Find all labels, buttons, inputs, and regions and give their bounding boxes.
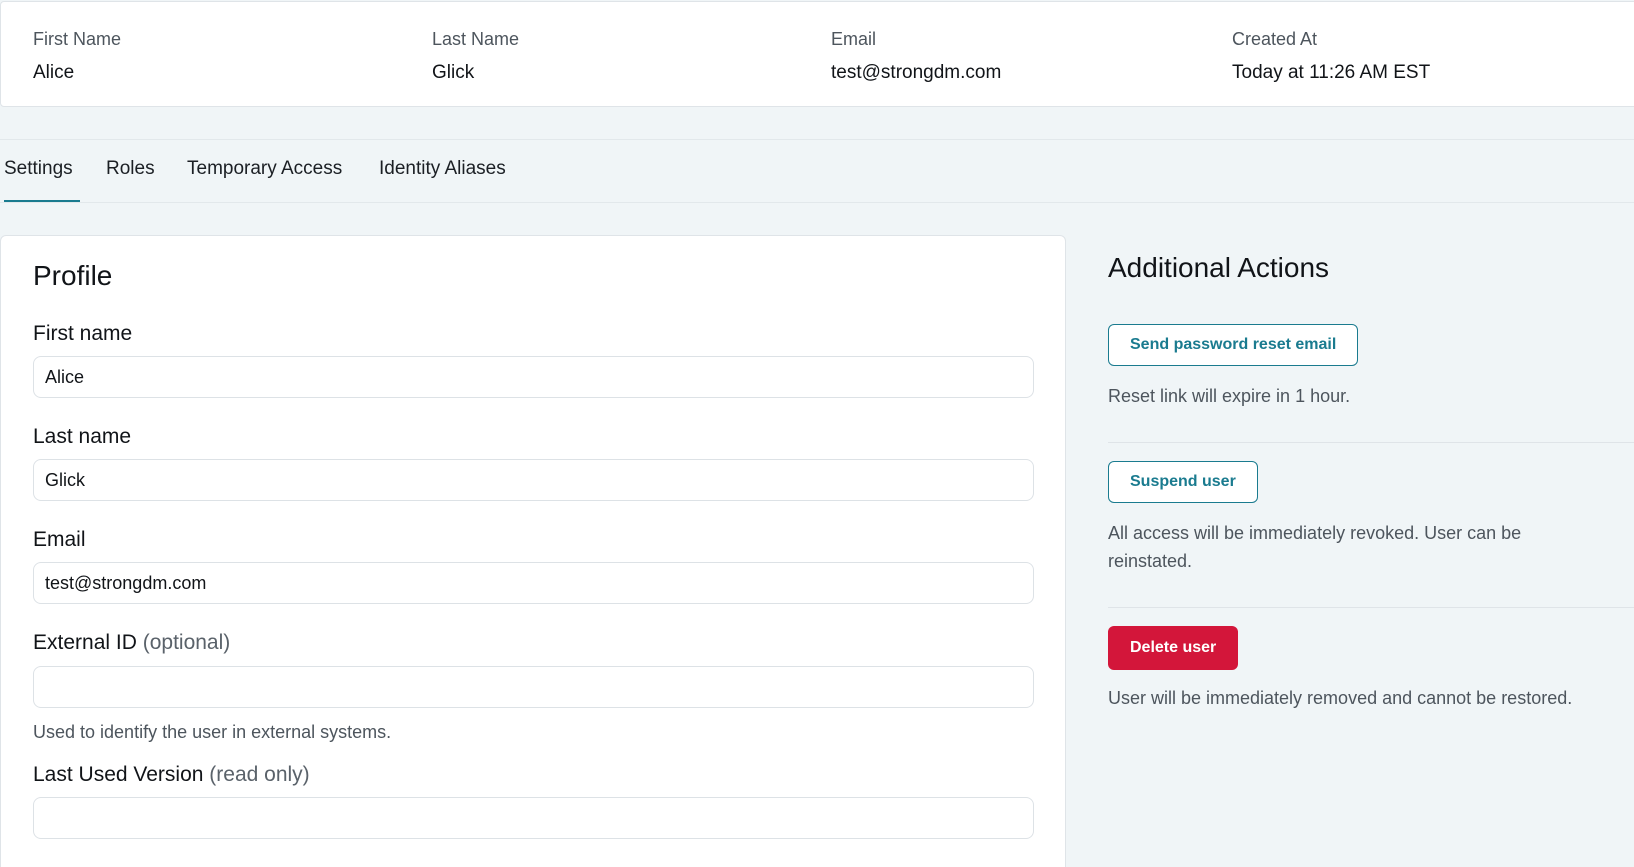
- summary-last-name-label: Last Name: [432, 29, 520, 49]
- email-field[interactable]: [33, 562, 1034, 604]
- delete-user-button[interactable]: Delete user: [1108, 626, 1239, 670]
- summary-last-name: Last Name Glick: [432, 26, 519, 86]
- tab-roles[interactable]: Roles: [106, 140, 155, 202]
- first-name-label: First name: [33, 322, 132, 346]
- summary-email-value: test@strongdm.com: [831, 62, 1002, 83]
- external-id-optional-hint: (optional): [142, 631, 231, 654]
- summary-last-name-value: Glick: [432, 62, 475, 83]
- user-summary-card: First Name Alice Last Name Glick Email t…: [0, 1, 1634, 107]
- tab-identity-aliases-label: Identity Aliases: [379, 158, 506, 179]
- last-name-label: Last name: [33, 425, 131, 449]
- tab-temporary-access-label: Temporary Access: [187, 158, 343, 179]
- user-tabs: Settings Roles Temporary Access Identity…: [0, 140, 1634, 202]
- last-used-version-field: [33, 797, 1034, 839]
- delete-user-description: User will be immediately removed and can…: [1108, 688, 1573, 708]
- external-id-label-text: External ID: [33, 631, 137, 654]
- tab-settings[interactable]: Settings: [4, 140, 80, 202]
- tab-settings-label: Settings: [4, 158, 73, 179]
- last-name-field[interactable]: [33, 459, 1034, 501]
- first-name-field[interactable]: [33, 356, 1034, 398]
- summary-email: Email test@strongdm.com: [831, 26, 1001, 86]
- tab-identity-aliases[interactable]: Identity Aliases: [379, 140, 506, 202]
- last-name-label-text: Last name: [33, 425, 132, 448]
- actions-divider-2: [1108, 607, 1634, 608]
- suspend-user-description: All access will be immediately revoked. …: [1108, 523, 1522, 571]
- suspend-user-button[interactable]: Suspend user: [1108, 461, 1258, 503]
- summary-first-name-value: Alice: [33, 62, 75, 83]
- summary-created-at: Created At Today at 11:26 AM EST: [1232, 26, 1430, 86]
- user-detail-page: First Name Alice Last Name Glick Email t…: [0, 0, 1634, 867]
- tabs-bottom-divider: [0, 202, 1634, 203]
- profile-title: Profile: [33, 260, 113, 291]
- profile-card: Profile First name Last name Email Exter…: [0, 235, 1066, 867]
- last-used-version-label: Last Used Version (read only): [33, 763, 310, 787]
- tab-temporary-access[interactable]: Temporary Access: [187, 140, 342, 202]
- last-used-version-readonly-hint: (read only): [209, 763, 310, 786]
- password-reset-description: Reset link will expire in 1 hour.: [1108, 386, 1351, 406]
- email-label-text: Email: [33, 528, 86, 551]
- external-id-help: Used to identify the user in external sy…: [33, 722, 392, 742]
- actions-divider-1: [1108, 442, 1634, 443]
- summary-created-at-label: Created At: [1232, 29, 1318, 49]
- send-password-reset-button[interactable]: Send password reset email: [1108, 324, 1359, 366]
- external-id-field[interactable]: [33, 666, 1034, 708]
- external-id-label: External ID (optional): [33, 631, 230, 655]
- email-label: Email: [33, 528, 86, 552]
- last-used-version-label-text: Last Used Version: [33, 763, 204, 786]
- summary-first-name-label: First Name: [33, 29, 122, 49]
- summary-created-at-value: Today at 11:26 AM EST: [1232, 62, 1431, 83]
- tab-roles-label: Roles: [106, 158, 155, 179]
- summary-first-name: First Name Alice: [33, 26, 121, 86]
- additional-actions-title: Additional Actions: [1108, 252, 1330, 283]
- summary-email-label: Email: [831, 29, 877, 49]
- first-name-label-text: First name: [33, 322, 133, 345]
